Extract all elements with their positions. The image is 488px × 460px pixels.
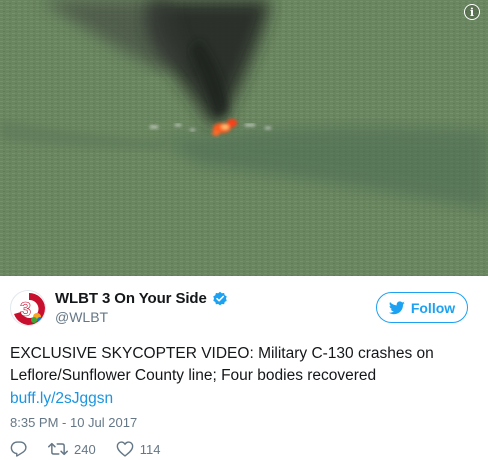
- reply-icon: [10, 441, 27, 457]
- follow-button-label: Follow: [410, 299, 456, 316]
- info-icon[interactable]: i: [464, 4, 480, 20]
- like-button[interactable]: 114: [116, 441, 161, 457]
- verified-badge-icon: [213, 291, 227, 305]
- retweet-icon: [48, 442, 68, 456]
- twitter-bird-icon: [388, 300, 405, 314]
- heart-icon: [116, 441, 134, 457]
- like-count: 114: [139, 441, 161, 457]
- tweet-link[interactable]: buff.ly/2sJggsn: [10, 390, 113, 408]
- author-display-name[interactable]: WLBT 3 On Your Side: [55, 290, 207, 307]
- tweet-text: EXCLUSIVE SKYCOPTER VIDEO: Military C-13…: [10, 345, 434, 384]
- tweet-timestamp[interactable]: 8:35 PM - 10 Jul 2017: [10, 415, 137, 430]
- avatar[interactable]: 3: [10, 290, 46, 326]
- reply-button[interactable]: [10, 441, 28, 457]
- wlbt-logo-icon: 3: [11, 291, 45, 325]
- svg-text:3: 3: [20, 299, 31, 321]
- author-block: WLBT 3 On Your Side @WLBT: [55, 290, 228, 325]
- author-handle[interactable]: @WLBT: [55, 309, 228, 325]
- tweet-media-video[interactable]: i: [0, 0, 488, 276]
- follow-button[interactable]: Follow: [376, 292, 468, 323]
- tweet-actions: 240 114: [10, 441, 180, 457]
- crash-scene-image: [0, 0, 488, 276]
- retweet-button[interactable]: 240: [48, 441, 96, 457]
- retweet-count: 240: [74, 441, 96, 457]
